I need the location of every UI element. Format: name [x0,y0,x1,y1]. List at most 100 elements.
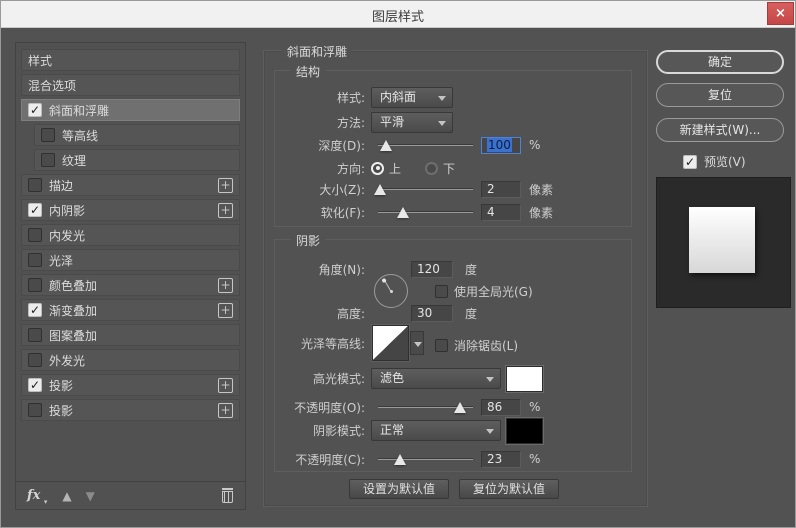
sidebar-item-blending-options[interactable]: 混合选项 [21,74,240,96]
checkbox-icon[interactable] [28,253,42,267]
sidebar-item-contour[interactable]: 等高线 [34,124,240,146]
checkbox-icon[interactable] [41,153,55,167]
highlight-opacity-input[interactable]: 86 [481,398,521,416]
add-effect-icon[interactable] [218,377,233,393]
checkbox-icon[interactable] [28,403,42,417]
gloss-contour-label: 光泽等高线: [300,336,365,351]
shadow-opacity-slider-thumb[interactable] [393,454,406,465]
sidebar-item-label: 图案叠加 [49,328,98,343]
new-style-button[interactable]: 新建样式(W)... [656,118,784,142]
sidebar-item-bevel-emboss[interactable]: 斜面和浮雕 [21,99,240,121]
depth-slider[interactable] [378,137,473,153]
structure-legend: 结构 [291,63,326,80]
highlight-opacity-slider-thumb[interactable] [453,402,466,413]
sidebar-item-satin[interactable]: 光泽 [21,249,240,271]
altitude-input[interactable]: 30 [411,304,453,322]
soften-input[interactable]: 4 [481,203,521,221]
sidebar-item-pattern-overlay[interactable]: 图案叠加 [21,324,240,346]
sidebar-item-texture[interactable]: 纹理 [34,149,240,171]
sidebar-item-drop-shadow-2[interactable]: 投影 [21,399,240,421]
sidebar-item-gradient-overlay[interactable]: 渐变叠加 [21,299,240,321]
add-effect-icon[interactable] [218,302,233,318]
close-icon[interactable]: × [767,2,794,25]
technique-label: 方法: [336,115,365,130]
sidebar-item-color-overlay[interactable]: 颜色叠加 [21,274,240,296]
move-effect-down-icon[interactable]: ▼ [86,489,95,503]
anti-aliased-checkbox[interactable] [435,338,448,352]
checkbox-checked-icon[interactable] [28,203,42,217]
size-label: 大小(Z): [319,182,365,197]
anti-aliased-label: 消除锯齿(L) [454,338,519,353]
direction-down-radio[interactable] [425,161,439,175]
shadow-opacity-slider[interactable] [378,451,473,467]
size-slider[interactable] [373,181,473,197]
checkbox-icon[interactable] [28,328,42,342]
use-global-light-checkbox[interactable] [435,284,448,298]
checkbox-checked-icon[interactable] [28,303,42,317]
size-slider-thumb[interactable] [373,184,386,195]
fx-menu-icon[interactable]: fx [27,488,48,506]
depth-slider-thumb[interactable] [379,140,392,151]
technique-value: 平滑 [380,114,405,129]
sidebar-item-label: 混合选项 [28,78,77,93]
reset-button[interactable]: 复位 [656,83,784,107]
reset-default-button[interactable]: 复位为默认值 [459,479,559,499]
checkbox-icon[interactable] [41,128,55,142]
checkbox-icon[interactable] [28,178,42,192]
highlight-mode-value: 滤色 [380,370,405,385]
preview-checkbox[interactable] [683,154,697,169]
depth-input[interactable]: 100 [481,136,521,154]
checkbox-icon[interactable] [28,353,42,367]
technique-select[interactable]: 平滑 [371,111,453,133]
shadow-mode-select[interactable]: 正常 [371,419,501,441]
shadow-opacity-input[interactable]: 23 [481,450,521,468]
checkbox-checked-icon[interactable] [28,378,42,392]
sidebar-item-label: 内阴影 [49,203,86,218]
ok-button[interactable]: 确定 [656,50,784,74]
delete-effect-icon[interactable] [221,488,234,503]
sidebar-item-inner-glow[interactable]: 内发光 [21,224,240,246]
soften-slider-thumb[interactable] [396,207,409,218]
angle-unit: 度 [465,262,478,277]
direction-down-label: 下 [443,161,456,176]
bevel-emboss-panel: 斜面和浮雕 结构 样式: 内斜面 方法: 平滑 深度(D): 100 % 方向:… [263,43,648,507]
add-effect-icon[interactable] [218,402,233,418]
checkbox-icon[interactable] [28,228,42,242]
add-effect-icon[interactable] [218,277,233,293]
direction-label: 方向: [336,161,365,176]
sidebar-item-label: 内发光 [49,228,86,243]
add-effect-icon[interactable] [218,202,233,218]
altitude-unit: 度 [465,306,478,321]
highlight-opacity-slider[interactable] [378,399,473,415]
set-default-button[interactable]: 设置为默认值 [349,479,449,499]
structure-group: 结构 样式: 内斜面 方法: 平滑 深度(D): 100 % 方向: 上 下 大… [274,63,632,227]
sidebar-item-outer-glow[interactable]: 外发光 [21,349,240,371]
titlebar[interactable]: 图层样式 × [1,1,795,28]
checkbox-icon[interactable] [28,278,42,292]
move-effect-up-icon[interactable]: ▲ [62,489,71,503]
contour-dropdown-arrow-icon[interactable] [410,331,424,355]
shadow-opacity-unit: % [529,452,541,466]
direction-up-radio[interactable] [371,161,384,175]
style-select[interactable]: 内斜面 [371,86,453,108]
sidebar-item-drop-shadow[interactable]: 投影 [21,374,240,396]
sidebar-item-stroke[interactable]: 描边 [21,174,240,196]
shadow-color-swatch[interactable] [506,418,543,444]
angle-input[interactable]: 120 [411,260,453,278]
shadow-mode-label: 阴影模式: [312,423,365,438]
add-effect-icon[interactable] [218,177,233,193]
highlight-color-swatch[interactable] [506,366,543,392]
sidebar-item-label: 投影 [49,403,74,418]
sidebar-item-styles[interactable]: 样式 [21,49,240,71]
style-value: 内斜面 [380,89,417,104]
dialog-body: 样式 混合选项 斜面和浮雕 等高线 纹理 [1,29,795,527]
checkbox-checked-icon[interactable] [28,103,42,117]
size-input[interactable]: 2 [481,180,521,198]
soften-slider[interactable] [378,204,473,220]
sidebar-item-inner-shadow[interactable]: 内阴影 [21,199,240,221]
highlight-mode-select[interactable]: 滤色 [371,367,501,389]
gloss-contour-picker[interactable] [372,325,409,361]
sidebar-item-label: 样式 [28,53,53,68]
highlight-mode-label: 高光模式: [312,371,365,386]
angle-label: 角度(N): [318,262,365,277]
